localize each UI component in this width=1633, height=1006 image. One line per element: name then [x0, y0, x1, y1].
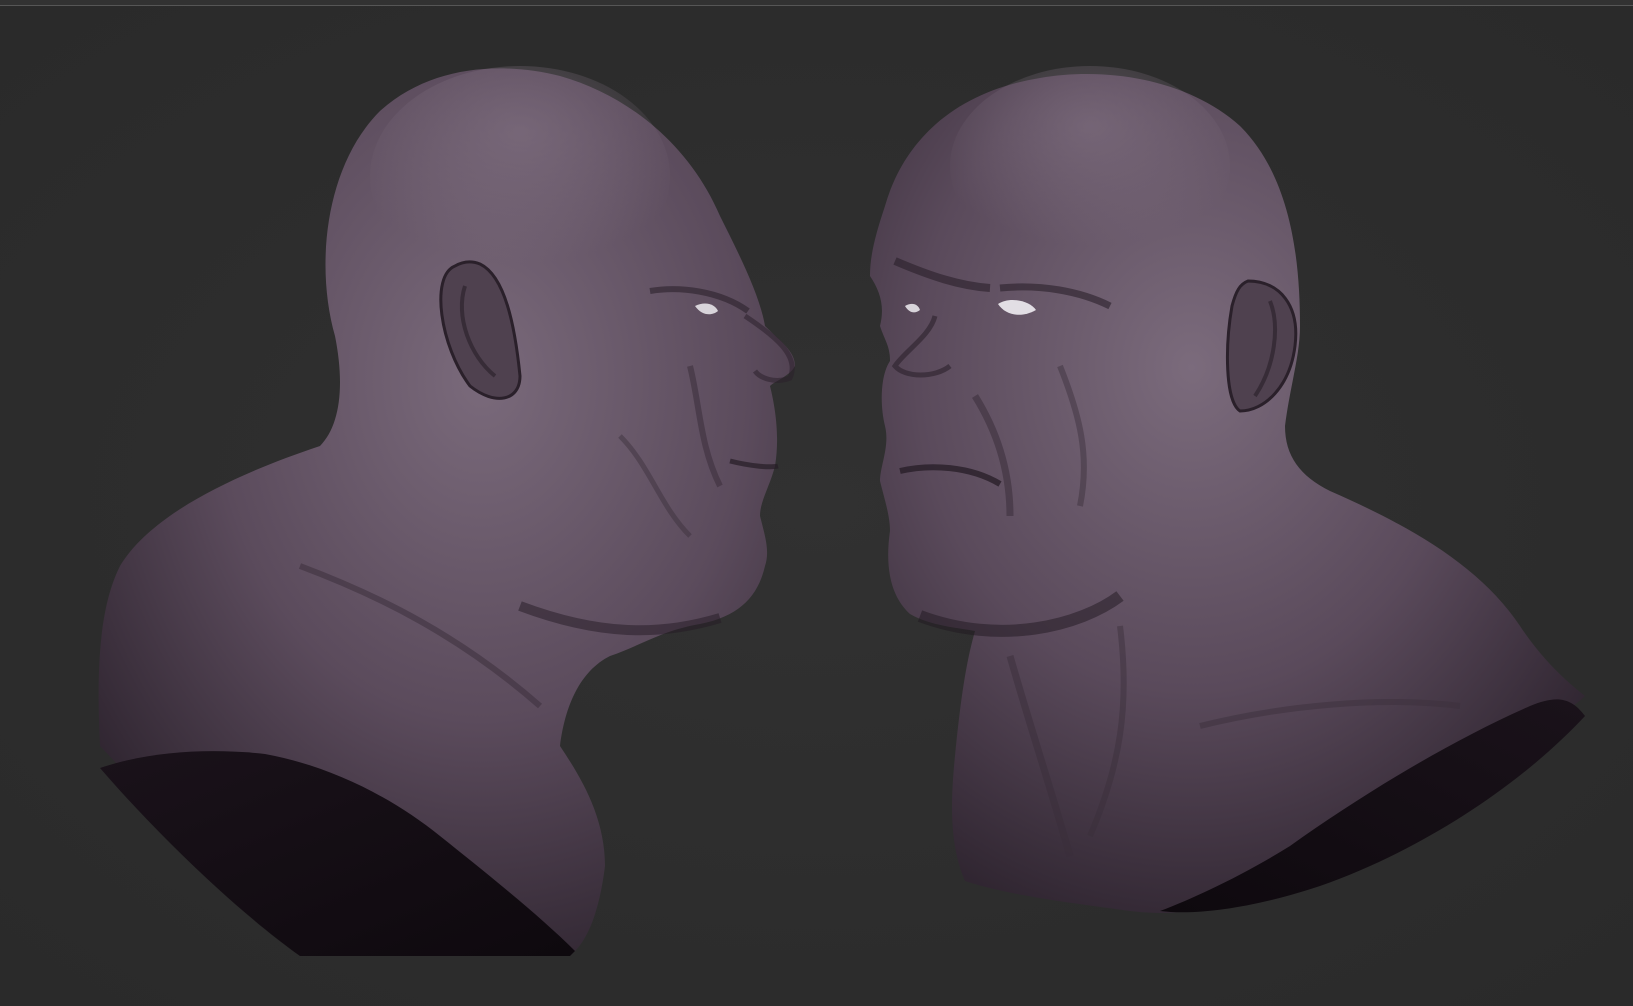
- bust-left-highlight: [370, 66, 670, 286]
- canvas-viewport[interactable]: [0, 6, 1633, 1006]
- app-window: [0, 0, 1633, 1006]
- bust-right-highlight: [950, 66, 1230, 266]
- bust-right[interactable]: [870, 66, 1585, 913]
- sculpt-scene: [98, 66, 1585, 957]
- bust-left[interactable]: [98, 66, 795, 957]
